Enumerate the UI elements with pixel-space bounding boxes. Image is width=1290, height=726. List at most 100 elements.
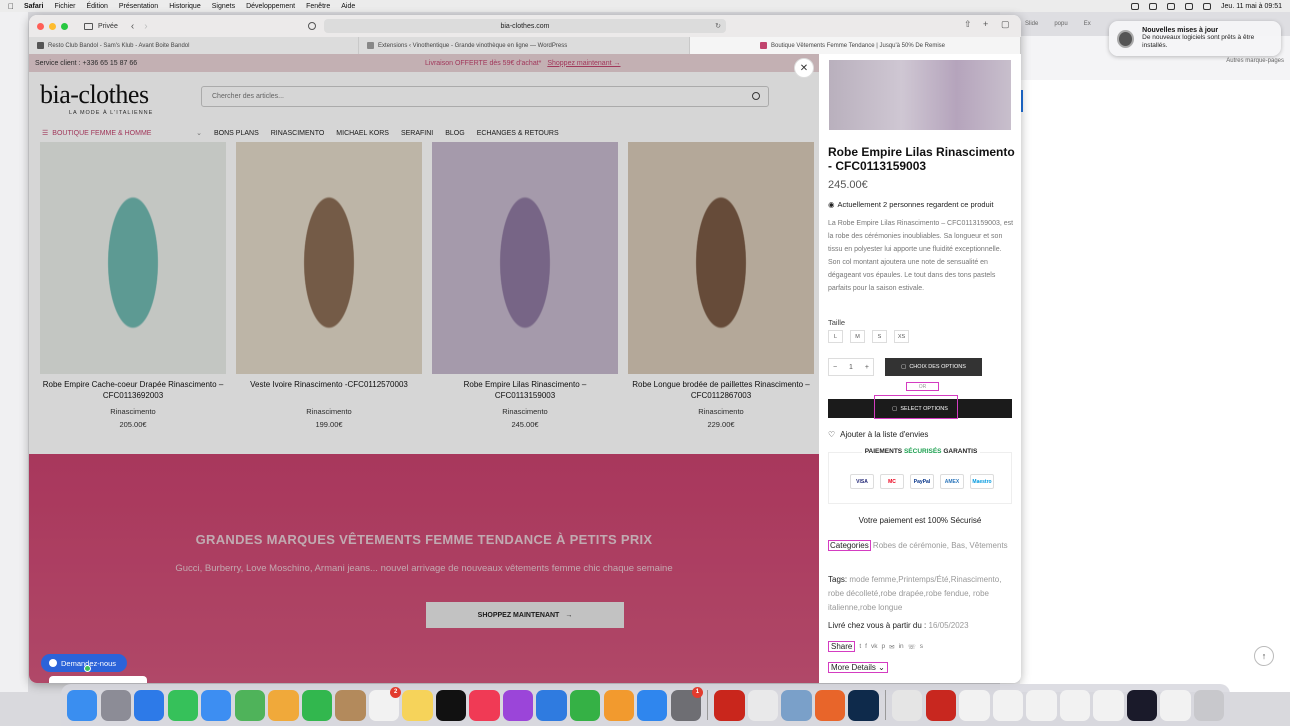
menu-developpement[interactable]: Développement [246,3,295,10]
dock-icon-corbeille[interactable] [1193,689,1225,721]
dock-icon-musique[interactable] [469,689,500,721]
control-center-icon[interactable] [1203,2,1212,10]
update-notification[interactable]: Nouvelles mises à jour De nouveaux logic… [1109,21,1281,56]
quick-view-title[interactable]: Robe Empire Lilas Rinascimento - CFC0113… [828,145,1018,174]
choose-options-label: CHOIX DES OPTIONS [909,364,966,370]
size-option-m[interactable]: M [850,330,865,343]
private-label: Privée [98,22,118,30]
minus-icon[interactable]: − [833,364,837,371]
wishlist-link[interactable]: ♡ Ajouter à la liste d'envies [828,430,928,439]
dock-icon-photoshop[interactable] [848,689,879,721]
dock-icon-acrobat[interactable] [925,689,956,721]
dock-icon-filezilla[interactable] [714,689,745,721]
menu-edition[interactable]: Édition [86,3,107,10]
dock-icon-fichier-6[interactable] [1126,689,1158,721]
vk-icon[interactable]: vk [871,643,878,650]
menu-app-name[interactable]: Safari [24,3,43,10]
battery-icon[interactable] [1167,2,1176,10]
dock-icon-fichier-3[interactable] [1026,689,1057,721]
sidebar-icon[interactable] [84,22,93,30]
dock-icon-launchpad[interactable] [100,689,131,721]
close-icon[interactable]: ✕ [794,58,814,78]
wifi-icon[interactable] [1149,2,1158,10]
back-icon[interactable]: ‹ [131,21,134,32]
other-bookmarks[interactable]: Autres marque-pages [1226,58,1284,64]
dock-icon-notes[interactable] [402,689,433,721]
dock-icon-contacts[interactable] [335,689,366,721]
menu-signets[interactable]: Signets [212,3,235,10]
dock-icon-aper-u[interactable] [781,689,812,721]
close-window-button[interactable] [37,22,44,30]
forward-icon[interactable]: › [144,21,147,32]
dock-icon-fichier-4[interactable] [1059,689,1091,721]
quantity-stepper[interactable]: − 1 + [828,358,874,376]
dock-icon-r-glages[interactable]: 1 [670,686,703,721]
search-spotlight-icon[interactable] [1185,2,1194,10]
background-tab[interactable]: popu [1054,21,1067,27]
chat-widget[interactable] [49,676,147,683]
menu-fenetre[interactable]: Fenêtre [306,3,330,10]
size-option-s[interactable]: S [872,330,887,343]
dock-icon-mail[interactable] [201,689,232,721]
minimize-window-button[interactable] [49,22,56,30]
dock-icon-facetime[interactable] [301,689,333,721]
dock-icon-fichier-5[interactable] [1093,689,1124,721]
menu-presentation[interactable]: Présentation [119,3,158,10]
dock-icon-fichier-1[interactable] [959,689,990,721]
dock-icon-plans[interactable] [234,689,265,721]
dock-icon-photos[interactable] [268,689,299,721]
tab-boutique[interactable]: Boutique Vêtements Femme Tendance | Jusq… [690,37,1021,54]
zoom-window-button[interactable] [61,22,68,30]
twitter-icon[interactable]: t [859,643,861,650]
choose-options-button[interactable]: ▢ CHOIX DES OPTIONS [885,358,982,376]
more-details-link[interactable]: More Details ⌄ [828,662,888,673]
pinterest-icon[interactable]: p [881,643,885,650]
background-tab[interactable]: Ex [1084,21,1091,27]
dock-icon-podcasts[interactable] [502,689,534,721]
tab-extensions[interactable]: Extensions ‹ Vinothentique - Grande vino… [359,37,690,54]
tags-value[interactable]: mode femme,Printemps/Été,Rinascimento, r… [828,575,1001,612]
dock-icon-safari[interactable] [134,689,165,721]
dock-icon-app-store[interactable] [637,689,668,721]
dock-icon-rappels[interactable]: 2 [368,686,402,721]
dock-icon-doc[interactable] [892,689,923,721]
size-option-xs[interactable]: XS [894,330,909,343]
menu-fichier[interactable]: Fichier [54,3,75,10]
dock-icon-fichier-7[interactable] [1160,689,1191,721]
whatsapp-icon[interactable]: ☏ [908,643,916,651]
apple-icon[interactable]:  [8,2,14,11]
skype-icon[interactable]: s [920,643,923,650]
size-option-l[interactable]: L [828,330,843,343]
dock-icon-pages[interactable] [603,689,634,721]
facebook-icon[interactable]: f [865,643,867,650]
quick-view-image[interactable] [829,60,1011,130]
share-icon[interactable]: ⇧ [964,19,972,30]
menu-clock[interactable]: Jeu. 11 mai à 09:51 [1221,3,1282,10]
tab-resto-club[interactable]: Resto Club Bandol - Sam's Klub - Avant B… [29,37,359,54]
categories-value[interactable]: Robes de cérémonie, Bas, Vêtements [873,541,1008,550]
background-tab[interactable]: Slide [1025,21,1038,27]
plus-icon[interactable]: + [865,364,869,371]
dock-icon-keynote[interactable] [536,689,567,721]
new-tab-icon[interactable]: + [983,19,988,29]
dock-icon-textedit[interactable] [747,689,779,721]
menu-historique[interactable]: Historique [169,3,201,10]
status-icon[interactable] [1131,2,1140,10]
chat-button[interactable]: Demandez-nous [41,654,127,672]
tab-overview-icon[interactable]: ▢ [1001,19,1010,30]
privacy-shield-icon[interactable] [307,22,316,30]
dock-icon-finder[interactable] [67,689,98,721]
linkedin-icon[interactable]: in [899,643,904,650]
quantity-value[interactable]: 1 [849,364,853,371]
email-icon[interactable]: ✉ [889,643,894,651]
dock-icon-fichier-2[interactable] [992,689,1024,721]
modal-overlay[interactable] [29,54,819,683]
address-bar[interactable]: bia-clothes.com ↻ [324,19,726,33]
dock-icon-numbers[interactable] [569,689,601,721]
scroll-top-button[interactable]: ↑ [1254,646,1274,666]
dock-icon-messages[interactable] [167,689,198,721]
dock-icon-tv[interactable] [435,689,467,721]
menu-aide[interactable]: Aide [341,3,355,10]
reload-icon[interactable]: ↻ [715,22,721,30]
dock-icon-firefox[interactable] [814,689,846,721]
